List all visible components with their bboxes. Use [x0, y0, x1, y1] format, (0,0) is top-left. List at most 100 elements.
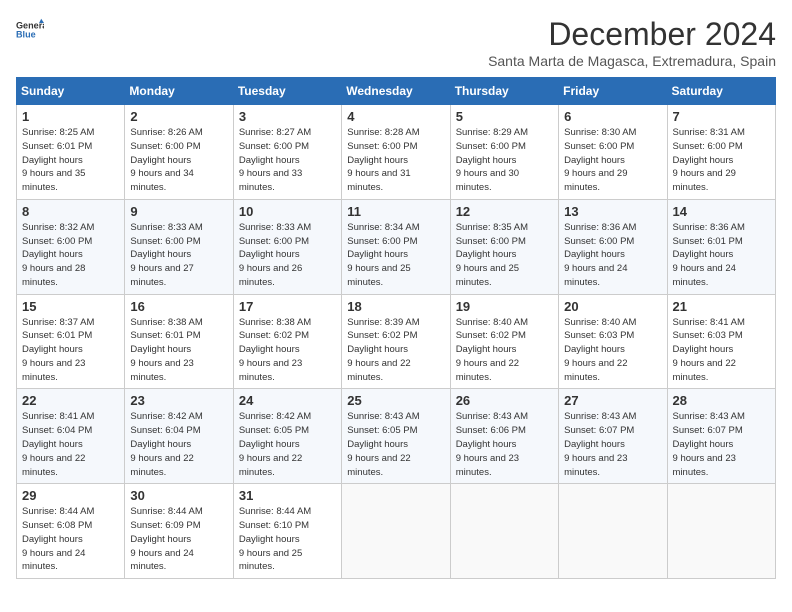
sunrise-label: Sunrise: [130, 127, 165, 138]
calendar-cell [559, 484, 667, 579]
calendar-cell: 14Sunrise: 8:36 AMSunset: 6:01 PMDayligh… [667, 199, 775, 294]
sunset-label: Sunset: [239, 236, 271, 247]
sunrise-label: Sunrise: [130, 317, 165, 328]
sunset-label: Sunset: [22, 330, 54, 341]
sunrise-label: Sunrise: [456, 317, 491, 328]
day-number: 31 [239, 488, 336, 503]
sunset-label: Sunset: [130, 236, 162, 247]
calendar-cell: 28Sunrise: 8:43 AMSunset: 6:07 PMDayligh… [667, 389, 775, 484]
calendar-week-4: 22 Sunrise: 8:41 AMSunset: 6:04 PMDayligh… [17, 389, 776, 484]
daylight-label: Daylight hours [347, 155, 408, 166]
sunset-label: Sunset: [564, 141, 596, 152]
calendar-cell: 12 Sunrise: 8:35 AMSunset: 6:00 PMDayligh… [450, 199, 558, 294]
calendar-cell: 5Sunrise: 8:29 AMSunset: 6:00 PMDaylight… [450, 105, 558, 200]
sunrise-label: Sunrise: [564, 222, 599, 233]
daylight-label: Daylight hours [22, 155, 83, 166]
day-number: 16 [130, 299, 227, 314]
calendar-body: 1 Sunrise: 8:25 AMSunset: 6:01 PMDaylight… [17, 105, 776, 579]
sunrise-label: Sunrise: [130, 222, 165, 233]
sunset-label: Sunset: [456, 236, 488, 247]
sunrise-label: Sunrise: [130, 506, 165, 517]
day-number: 22 [22, 393, 119, 408]
sunrise-label: Sunrise: [239, 317, 274, 328]
sunset-label: Sunset: [130, 141, 162, 152]
day-number: 1 [22, 109, 119, 124]
day-number: 21 [673, 299, 770, 314]
calendar-cell: 17Sunrise: 8:38 AMSunset: 6:02 PMDayligh… [233, 294, 341, 389]
day-info: Sunrise: 8:41 AMSunset: 6:04 PMDaylight … [22, 410, 119, 479]
calendar-week-1: 1 Sunrise: 8:25 AMSunset: 6:01 PMDaylight… [17, 105, 776, 200]
day-info: Sunrise: 8:38 AMSunset: 6:01 PMDaylight … [130, 316, 227, 385]
calendar-cell: 10Sunrise: 8:33 AMSunset: 6:00 PMDayligh… [233, 199, 341, 294]
day-number: 10 [239, 204, 336, 219]
day-number: 8 [22, 204, 119, 219]
logo: General Blue [16, 16, 44, 44]
calendar-cell: 13Sunrise: 8:36 AMSunset: 6:00 PMDayligh… [559, 199, 667, 294]
day-number: 12 [456, 204, 553, 219]
sunrise-label: Sunrise: [239, 222, 274, 233]
sunrise-label: Sunrise: [239, 127, 274, 138]
day-number: 23 [130, 393, 227, 408]
day-number: 11 [347, 204, 444, 219]
sunset-label: Sunset: [673, 425, 705, 436]
calendar-cell [342, 484, 450, 579]
daylight-label: Daylight hours [22, 344, 83, 355]
calendar-cell: 19Sunrise: 8:40 AMSunset: 6:02 PMDayligh… [450, 294, 558, 389]
month-title: December 2024 [488, 16, 776, 53]
sunset-label: Sunset: [130, 330, 162, 341]
sunset-label: Sunset: [130, 425, 162, 436]
calendar-cell: 25Sunrise: 8:43 AMSunset: 6:05 PMDayligh… [342, 389, 450, 484]
daylight-label: Daylight hours [564, 344, 625, 355]
day-info: Sunrise: 8:31 AMSunset: 6:00 PMDaylight … [673, 126, 770, 195]
sunset-label: Sunset: [22, 520, 54, 531]
day-number: 29 [22, 488, 119, 503]
sunrise-label: Sunrise: [673, 222, 708, 233]
sunrise-label: Sunrise: [564, 127, 599, 138]
sunrise-label: Sunrise: [456, 411, 491, 422]
sunrise-label: Sunrise: [22, 506, 57, 517]
weekday-header-friday: Friday [559, 78, 667, 105]
calendar-cell [667, 484, 775, 579]
sunset-label: Sunset: [22, 141, 54, 152]
sunset-label: Sunset: [456, 425, 488, 436]
day-info: Sunrise: 8:44 AMSunset: 6:09 PMDaylight … [130, 505, 227, 574]
sunset-label: Sunset: [239, 141, 271, 152]
sunset-label: Sunset: [673, 236, 705, 247]
day-number: 13 [564, 204, 661, 219]
daylight-label: Daylight hours [673, 249, 734, 260]
daylight-label: Daylight hours [239, 344, 300, 355]
calendar-header-row: SundayMondayTuesdayWednesdayThursdayFrid… [17, 78, 776, 105]
calendar-cell: 26Sunrise: 8:43 AMSunset: 6:06 PMDayligh… [450, 389, 558, 484]
daylight-label: Daylight hours [130, 534, 191, 545]
day-info: Sunrise: 8:35 AMSunset: 6:00 PMDaylight … [456, 221, 553, 290]
day-number: 6 [564, 109, 661, 124]
day-info: Sunrise: 8:43 AMSunset: 6:07 PMDaylight … [564, 410, 661, 479]
day-info: Sunrise: 8:25 AMSunset: 6:01 PMDaylight … [22, 126, 119, 195]
sunset-label: Sunset: [347, 425, 379, 436]
weekday-header-thursday: Thursday [450, 78, 558, 105]
sunrise-label: Sunrise: [347, 127, 382, 138]
daylight-label: Daylight hours [239, 249, 300, 260]
sunset-label: Sunset: [347, 141, 379, 152]
title-block: December 2024 Santa Marta de Magasca, Ex… [488, 16, 776, 69]
day-info: Sunrise: 8:28 AMSunset: 6:00 PMDaylight … [347, 126, 444, 195]
day-number: 15 [22, 299, 119, 314]
daylight-label: Daylight hours [456, 249, 517, 260]
daylight-label: Daylight hours [239, 439, 300, 450]
daylight-label: Daylight hours [673, 155, 734, 166]
day-info: Sunrise: 8:42 AMSunset: 6:04 PMDaylight … [130, 410, 227, 479]
weekday-header-monday: Monday [125, 78, 233, 105]
daylight-label: Daylight hours [456, 344, 517, 355]
sunrise-label: Sunrise: [22, 411, 57, 422]
sunset-label: Sunset: [130, 520, 162, 531]
calendar-week-2: 8Sunrise: 8:32 AMSunset: 6:00 PMDaylight… [17, 199, 776, 294]
day-info: Sunrise: 8:42 AMSunset: 6:05 PMDaylight … [239, 410, 336, 479]
day-number: 27 [564, 393, 661, 408]
day-number: 9 [130, 204, 227, 219]
weekday-header-saturday: Saturday [667, 78, 775, 105]
sunrise-label: Sunrise: [564, 411, 599, 422]
day-info: Sunrise: 8:43 AMSunset: 6:07 PMDaylight … [673, 410, 770, 479]
day-number: 25 [347, 393, 444, 408]
page-header: General Blue December 2024 Santa Marta d… [16, 16, 776, 69]
sunrise-label: Sunrise: [22, 222, 57, 233]
